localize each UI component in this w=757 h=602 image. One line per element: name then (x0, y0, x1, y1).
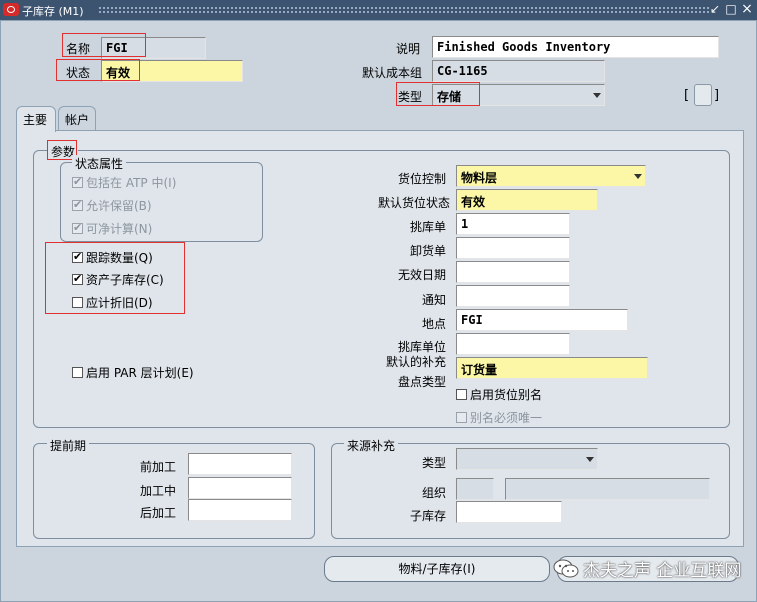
postprocessing-field[interactable] (188, 499, 292, 521)
oracle-app-icon (3, 3, 19, 16)
description-field[interactable]: Finished Goods Inventory (432, 36, 719, 58)
count-type-field[interactable]: 订货量 (456, 357, 648, 379)
depreciable-checkbox[interactable]: 应计折旧(D) (72, 294, 153, 311)
source-type-select[interactable] (456, 448, 598, 470)
item-subinventory-button[interactable]: 物料/子库存(I) (324, 556, 550, 582)
allow-reservation-checkbox: 允许保留(B) (72, 197, 152, 214)
alias-unique-checkbox: 别名必须唯一 (456, 409, 542, 426)
default-locator-status-label: 默认货位状态 (377, 196, 450, 210)
locator-control-value: 物料层 (461, 171, 498, 185)
notify-field[interactable] (456, 285, 570, 307)
dropping-order-field[interactable] (456, 237, 570, 259)
type-highlight (396, 82, 480, 106)
status-highlight (56, 59, 140, 81)
track-quantity-checkbox[interactable]: 跟踪数量(Q) (72, 249, 153, 266)
status-attributes-title: 状态属性 (72, 155, 127, 172)
chevron-down-icon[interactable] (592, 88, 602, 102)
sourcing-title: 来源补充 (344, 437, 399, 454)
description-label: 说明 (395, 42, 420, 56)
window-titlebar: 子库存 (M1) ↙ □ × (0, 0, 757, 20)
preprocessing-field[interactable] (188, 453, 292, 475)
wechat-icon (553, 559, 579, 578)
locator-control-select[interactable]: 物料层 (456, 165, 646, 187)
window-title: 子库存 (M1) (22, 5, 84, 18)
nettable-checkbox: 可净计算(N) (72, 220, 152, 237)
watermark: 杰夫之声 企业互联网 (553, 556, 743, 582)
inactive-date-label: 无效日期 (397, 268, 446, 282)
location-field[interactable]: FGI (456, 309, 628, 331)
tab-main[interactable]: 主要 (16, 106, 56, 132)
dropping-order-label: 卸货单 (409, 244, 446, 258)
bracket-right: ] (714, 88, 720, 103)
default-replenish-label: 默认的补充 (385, 355, 446, 369)
include-atp-checkbox: 包括在 ATP 中(I) (72, 174, 176, 191)
maximize-icon[interactable]: □ (724, 2, 738, 17)
lead-times-title: 提前期 (47, 437, 90, 454)
close-icon[interactable]: × (740, 2, 754, 17)
picking-order-field[interactable]: 1 (456, 213, 570, 235)
source-type-label: 类型 (421, 456, 446, 470)
watermark-text: 杰夫之声 企业互联网 (583, 561, 742, 581)
postprocessing-label: 后加工 (139, 506, 176, 520)
locator-control-label: 货位控制 (397, 172, 446, 186)
source-org-name-field[interactable] (505, 478, 710, 500)
processing-label: 加工中 (139, 484, 176, 498)
default-locator-status-field[interactable]: 有效 (456, 189, 598, 211)
count-type-label: 盘点类型 (397, 375, 446, 389)
flexfield-button[interactable] (694, 84, 712, 106)
bracket-left: [ (684, 88, 690, 103)
enable-par-checkbox[interactable]: 启用 PAR 层计划(E) (72, 364, 194, 381)
picking-uom-field[interactable] (456, 333, 570, 355)
picking-order-label: 挑库单 (409, 220, 446, 234)
source-org-code-field[interactable] (456, 478, 494, 500)
cost-group-label: 默认成本组 (361, 66, 422, 80)
name-highlight (62, 33, 146, 57)
processing-field[interactable] (188, 477, 292, 499)
minimize-icon[interactable]: ↙ (708, 2, 722, 17)
source-org-label: 组织 (421, 486, 446, 500)
cost-group-field[interactable]: CG-1165 (432, 60, 605, 82)
titlebar-pattern (98, 6, 711, 14)
tab-accounts[interactable]: 帐户 (58, 106, 96, 130)
source-subinventory-label: 子库存 (409, 509, 446, 523)
notify-label: 通知 (421, 293, 446, 307)
source-subinventory-field[interactable] (456, 501, 562, 523)
chevron-down-icon[interactable] (633, 169, 643, 183)
location-label: 地点 (421, 317, 446, 331)
asset-subinventory-checkbox[interactable]: 资产子库存(C) (72, 271, 164, 288)
chevron-down-icon[interactable] (585, 452, 595, 466)
inactive-date-field[interactable] (456, 261, 570, 283)
preprocessing-label: 前加工 (139, 460, 176, 474)
enable-locator-alias-checkbox[interactable]: 启用货位别名 (456, 386, 542, 403)
